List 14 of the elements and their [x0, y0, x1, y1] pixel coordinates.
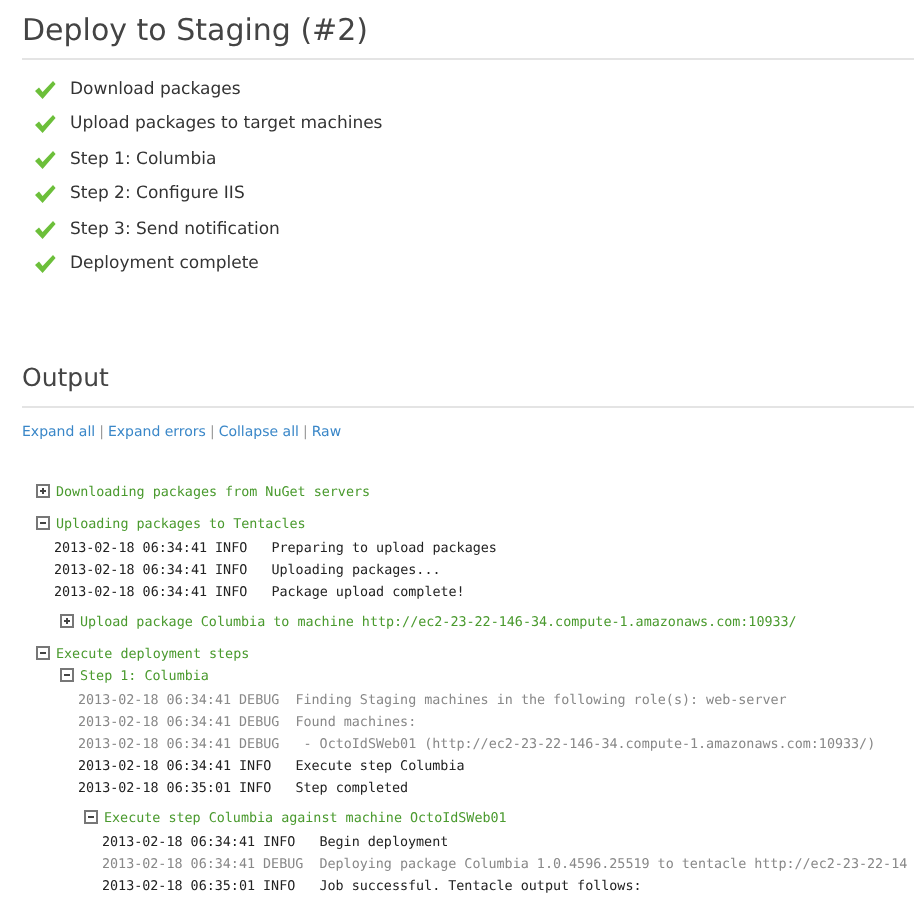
collapse-icon[interactable]	[36, 646, 50, 660]
page-title: Deploy to Staging (#2)	[22, 12, 914, 60]
step-label: Upload packages to target machines	[70, 114, 383, 135]
collapse-icon[interactable]	[84, 810, 98, 824]
collapse-icon[interactable]	[36, 516, 50, 530]
step-label: Step 2: Configure IIS	[70, 184, 245, 205]
step-label: Deployment complete	[70, 254, 259, 275]
collapse-icon[interactable]	[60, 668, 74, 682]
expand-icon[interactable]	[60, 614, 74, 628]
step-label: Step 1: Columbia	[70, 149, 217, 170]
section-heading: Output	[22, 362, 914, 408]
step-label: Download packages	[70, 79, 241, 100]
step-label: Step 3: Send notification	[70, 219, 280, 240]
expand-icon[interactable]	[36, 484, 50, 498]
